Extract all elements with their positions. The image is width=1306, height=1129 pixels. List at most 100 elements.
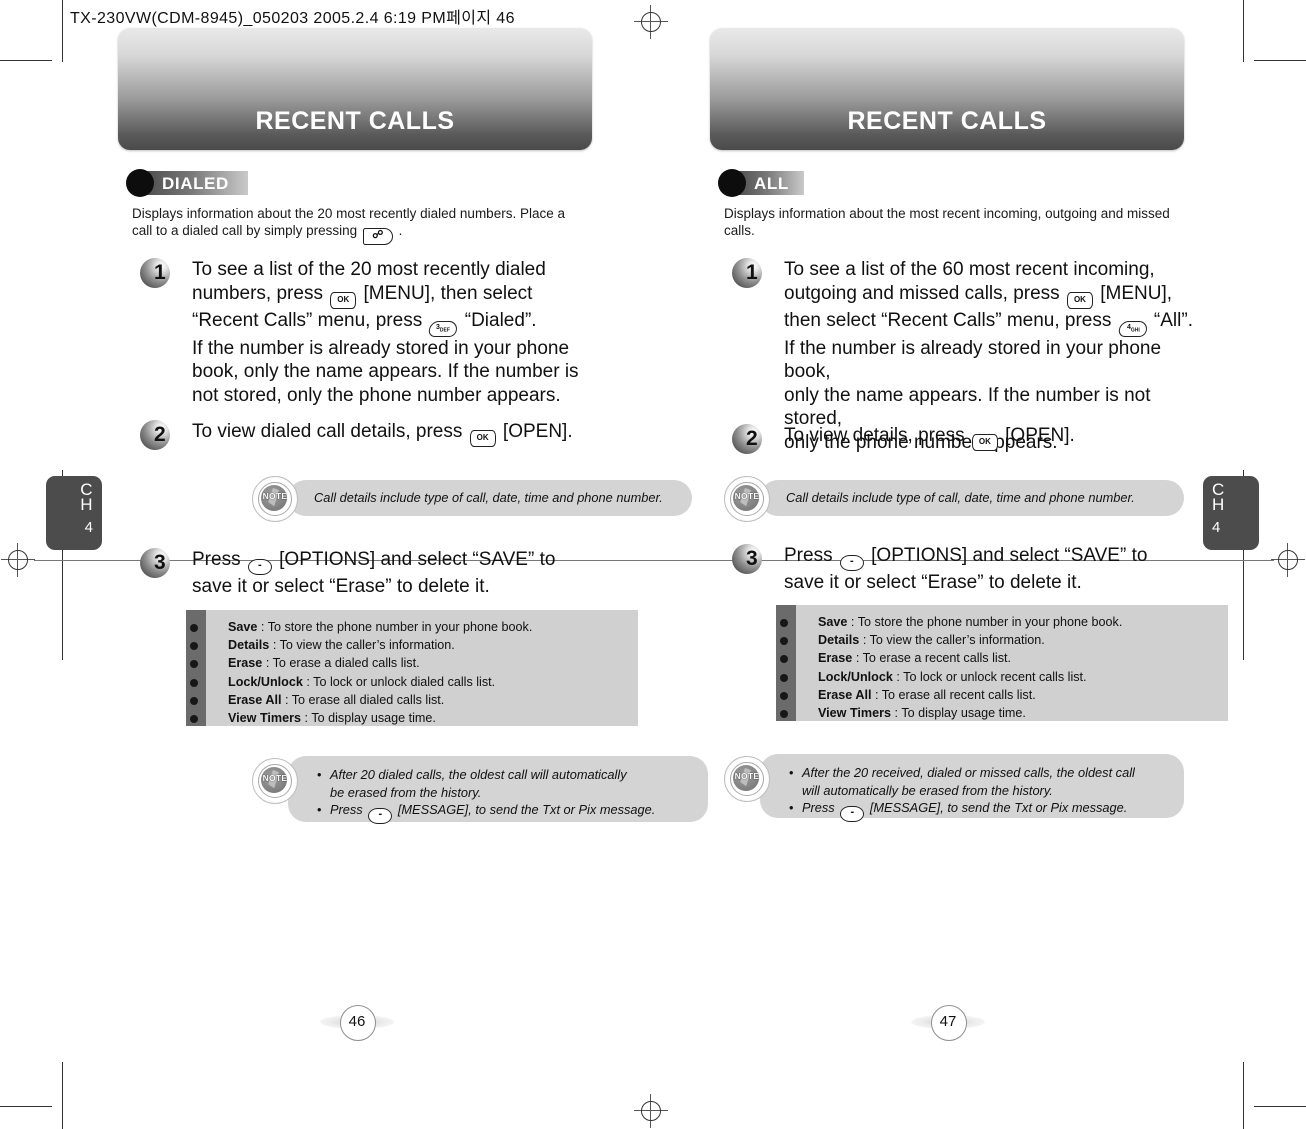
note-icon-right-top: NOTE xyxy=(724,476,770,522)
page-right: RECENT CALLS ALL Displays information ab… xyxy=(710,0,1300,1129)
ok-key-icon: OK xyxy=(469,430,496,447)
options-term: Save xyxy=(228,620,258,634)
crop-mark-top-left-horizontal xyxy=(0,60,52,61)
step-3-badge-left: 3 xyxy=(140,548,176,580)
chapter-tab-number-left: 4 xyxy=(84,519,93,536)
options-term: Erase xyxy=(818,651,853,666)
note-bottom-body-right: After the 20 received, dialed or missed … xyxy=(760,754,1184,822)
options-desc: : To erase a recent calls list. xyxy=(855,651,1011,666)
note-icon-right-bottom: NOTE xyxy=(724,756,770,802)
section-badge-dot-icon-left xyxy=(126,169,154,197)
section-intro-right: Displays information about the most rece… xyxy=(724,206,1170,238)
step-2-badge-left: 2 xyxy=(140,420,176,452)
note-bullet: After the 20 received, dialed or missed … xyxy=(786,764,1172,799)
options-item: Erase All : To erase all recent calls li… xyxy=(776,686,1228,704)
step-1-number-right: 1 xyxy=(746,261,758,284)
step-1-text-left: To see a list of the 20 most recently di… xyxy=(192,259,579,406)
chapter-tab-label-right: CH xyxy=(1212,480,1225,514)
note-icon-label: NOTE xyxy=(734,771,760,781)
options-item: View Timers : To display usage time. xyxy=(776,704,1228,722)
options-item: Lock/Unlock : To lock or unlock dialed c… xyxy=(186,673,638,691)
folio-number-left: 46 xyxy=(348,1013,366,1030)
section-intro-tail-left: . xyxy=(398,223,403,238)
step-1-line-4-left: If the number is already stored in your … xyxy=(192,337,570,359)
ok-key-icon: OK xyxy=(1066,291,1093,309)
options-term: Details xyxy=(818,633,860,648)
section-badge-label-left: DIALED xyxy=(162,174,229,193)
options-term: Lock/Unlock xyxy=(818,669,893,684)
options-item: Details : To view the caller’s informati… xyxy=(186,636,638,654)
step-2-text-right: To view details, press OK [OPEN]. xyxy=(784,424,1075,451)
note-icon-left-bottom: NOTE xyxy=(252,758,298,804)
note-icon-label: NOTE xyxy=(262,773,288,783)
banner-title-left: RECENT CALLS xyxy=(255,107,455,135)
note-top-body-left: Call details include type of call, date,… xyxy=(288,480,692,516)
step-1-badge-right: 1 xyxy=(732,258,768,290)
step-2-number-right: 2 xyxy=(746,427,758,450)
options-box-right: Save : To store the phone number in your… xyxy=(776,605,1228,721)
ok-key-icon: OK xyxy=(330,291,357,309)
step-1-line-4-right: If the number is already stored in your … xyxy=(784,337,1162,383)
banner-title-right: RECENT CALLS xyxy=(847,107,1047,135)
soft-key-icon: - xyxy=(368,808,393,824)
note-bottom-list-left: After 20 dialed calls, the oldest call w… xyxy=(314,766,694,824)
options-item: Erase : To erase a recent calls list. xyxy=(776,649,1228,667)
options-term: View Timers xyxy=(228,711,302,726)
options-desc: : To erase all dialed calls list. xyxy=(284,692,445,707)
note-icon-label: NOTE xyxy=(262,491,288,501)
page-banner-left: RECENT CALLS xyxy=(118,28,592,150)
note-top-text-right: Call details include type of call, date,… xyxy=(786,490,1135,505)
options-desc: : To display usage time. xyxy=(894,706,1026,721)
page-left: RECENT CALLS DIALED Displays information… xyxy=(118,0,708,1129)
soft-key-icon: - xyxy=(839,555,864,571)
options-item: View Timers : To display usage time. xyxy=(186,709,638,727)
ok-key-icon: OK xyxy=(971,434,998,451)
step-3-text-right: Press - [OPTIONS] and select “SAVE” to s… xyxy=(784,545,1148,593)
options-item: Erase : To erase a dialed calls list. xyxy=(186,654,638,672)
note-bottom-list-right: After the 20 received, dialed or missed … xyxy=(786,764,1172,822)
note-bullet: Press - [MESSAGE], to send the Txt or Pi… xyxy=(314,801,694,824)
options-term: Erase All xyxy=(818,687,872,702)
step-3-line-2-left: save it or select “Erase” to delete it. xyxy=(192,576,490,597)
options-desc: : To erase all recent calls list. xyxy=(874,687,1036,702)
step-3-line-2-right: save it or select “Erase” to delete it. xyxy=(784,572,1082,593)
step-3-text-left: Press - [OPTIONS] and select “SAVE” to s… xyxy=(192,549,556,597)
page-number-right: 47 xyxy=(911,1003,985,1041)
soft-key-icon: - xyxy=(840,806,865,822)
crop-mark-bottom-left-horizontal xyxy=(0,1106,52,1107)
chapter-tab-left: CH 4 xyxy=(46,476,102,550)
options-term: View Timers xyxy=(818,706,892,721)
step-1-line-5-left: book, only the name appears. If the numb… xyxy=(192,361,579,382)
options-term: Save xyxy=(818,615,848,629)
step-1-line-1-left: To see a list of the 20 most recently di… xyxy=(192,259,546,280)
options-term: Lock/Unlock xyxy=(228,674,303,689)
note-bullet: Press - [MESSAGE], to send the Txt or Pi… xyxy=(786,799,1172,822)
page-banner-right: RECENT CALLS xyxy=(710,28,1184,150)
section-badge-dot-icon-right xyxy=(718,169,746,197)
options-desc: : To view the caller’s information. xyxy=(862,633,1045,648)
options-list-right: Save : To store the phone number in your… xyxy=(776,605,1228,722)
options-list-left: Save : To store the phone number in your… xyxy=(186,610,638,727)
chapter-tab-label-left: CH xyxy=(80,480,93,514)
send-key-icon-left: ☍ xyxy=(362,228,393,245)
options-item: Save : To store the phone number in your… xyxy=(776,613,1228,631)
note-top-body-right: Call details include type of call, date,… xyxy=(760,480,1184,516)
chapter-tab-right: CH 4 xyxy=(1203,476,1259,550)
chapter-label-text: CH xyxy=(80,480,93,514)
step-2-text-left: To view dialed call details, press OK [O… xyxy=(192,420,573,447)
four-key-icon: 4GHI xyxy=(1117,320,1148,337)
crop-mark-top-left-vertical xyxy=(62,0,63,62)
options-item: Erase All : To erase all dialed calls li… xyxy=(186,691,638,709)
note-icon-left-top: NOTE xyxy=(252,476,298,522)
three-key-icon: 3DEF xyxy=(428,320,459,337)
registration-mark-left xyxy=(1,543,35,577)
step-3-number-right: 3 xyxy=(746,547,758,570)
step-3-badge-right: 3 xyxy=(732,544,768,576)
section-badge-label-right: ALL xyxy=(754,174,789,193)
note-bottom-body-left: After 20 dialed calls, the oldest call w… xyxy=(288,756,708,824)
options-term: Erase All xyxy=(228,692,282,707)
section-badge-bar-right: ALL xyxy=(736,171,804,195)
chapter-label-text: CH xyxy=(1212,480,1225,514)
note-icon-label: NOTE xyxy=(734,491,760,501)
section-intro-text-left: Displays information about the 20 most r… xyxy=(132,206,565,238)
